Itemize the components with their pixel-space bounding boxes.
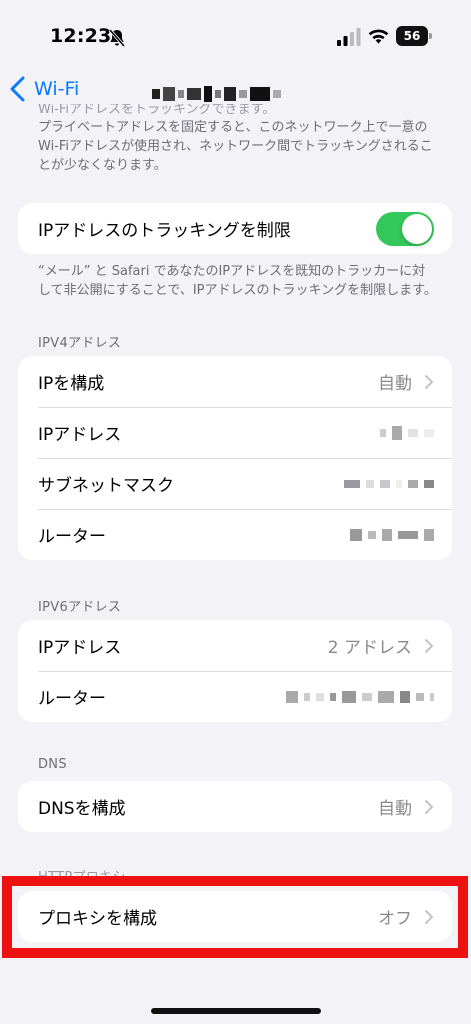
back-label: Wi-Fi [34, 78, 80, 100]
limit-ip-tracking-toggle[interactable] [376, 211, 434, 246]
battery-level: 56 [396, 26, 428, 46]
ipv4-address-label: IPアドレス [38, 425, 122, 445]
chevron-right-icon [425, 374, 434, 389]
bell-slash-icon [108, 28, 126, 48]
ipv6-group: IPアドレス 2 アドレス ルーター [18, 620, 452, 722]
subnet-mask-redacted [344, 479, 434, 488]
configure-dns-row[interactable]: DNSを構成 自動 [18, 781, 452, 832]
ipv4-address-row: IPアドレス [18, 407, 452, 458]
limit-ip-tracking-label: IPアドレスのトラッキングを制限 [38, 221, 291, 241]
ipv6-address-value: 2 アドレス [327, 638, 412, 658]
ipv6-router-redacted [286, 690, 434, 703]
configure-dns-value: 自動 [378, 799, 412, 819]
tracking-footer: “メール” と Safari であなたのIPアドレスを既知のトラッカーに対して非… [38, 264, 437, 298]
cellular-signal-icon [337, 28, 361, 46]
configure-ip-value: 自動 [378, 374, 412, 394]
cut-off-line: Wi-Fiアドレスをトラッキングできます。 [38, 104, 276, 117]
network-name-redacted [152, 84, 281, 104]
battery-icon: 56 [396, 26, 432, 46]
status-bar: 12:23 56 [0, 0, 471, 62]
private-address-note: Wi-Fiアドレスをトラッキングできます。 プライベートアドレスを固定すると、こ… [38, 104, 438, 175]
wifi-icon [368, 29, 389, 44]
ipv4-router-redacted [350, 528, 434, 541]
ipv6-router-row: ルーター [18, 671, 452, 722]
ipv4-address-redacted [380, 425, 434, 440]
chevron-right-icon [425, 638, 434, 653]
ipv6-router-label: ルーター [38, 689, 106, 709]
ipv6-address-row[interactable]: IPアドレス 2 アドレス [18, 620, 452, 671]
configure-ip-row[interactable]: IPを構成 自動 [18, 356, 452, 407]
ipv6-header: IPV6アドレス [38, 600, 122, 615]
private-address-text: プライベートアドレスを固定すると、このネットワーク上で一意のWi-Fiアドレスが… [38, 120, 433, 173]
ipv4-header: IPV4アドレス [38, 336, 122, 351]
ipv4-group: IPを構成 自動 IPアドレス サブネットマスク ルーター [18, 356, 452, 560]
configure-ip-label: IPを構成 [38, 374, 105, 394]
dns-group: DNSを構成 自動 [18, 781, 452, 832]
ipv6-address-label: IPアドレス [38, 638, 122, 658]
tracking-group: IPアドレスのトラッキングを制限 [18, 203, 452, 254]
status-time: 12:23 [50, 25, 112, 47]
home-indicator[interactable] [151, 1008, 321, 1014]
configure-dns-label: DNSを構成 [38, 799, 126, 819]
subnet-mask-row: サブネットマスク [18, 458, 452, 509]
highlight-box [2, 876, 468, 958]
back-button[interactable]: Wi-Fi [8, 76, 79, 102]
ipv4-router-label: ルーター [38, 527, 106, 547]
chevron-left-icon [10, 76, 25, 102]
subnet-mask-label: サブネットマスク [38, 476, 174, 496]
dns-header: DNS [38, 757, 67, 772]
limit-ip-tracking-row: IPアドレスのトラッキングを制限 [18, 203, 452, 254]
chevron-right-icon [425, 799, 434, 814]
ipv4-router-row: ルーター [18, 509, 452, 560]
